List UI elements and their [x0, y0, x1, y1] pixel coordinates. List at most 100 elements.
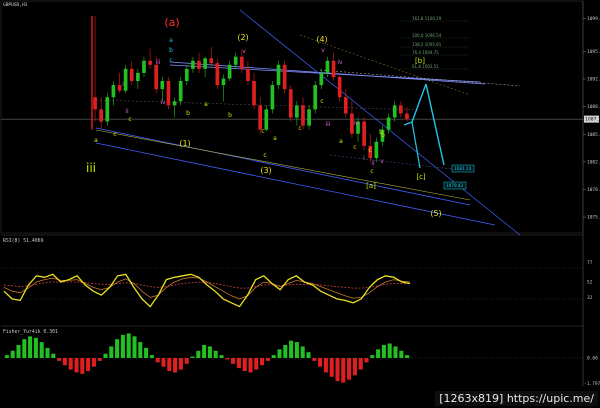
price-tick-label-1: 1095.65 [587, 49, 600, 55]
candle-body-10 [154, 64, 159, 90]
wave-label-12: c [169, 57, 172, 64]
wave-label-34: iii [325, 121, 330, 128]
candle-body-17 [197, 60, 201, 69]
candle-body-39 [331, 60, 336, 77]
candle-body-3 [111, 85, 116, 98]
wave-label-25: b [228, 112, 232, 119]
candle-body-31 [282, 64, 287, 90]
candle-body-2 [105, 97, 110, 122]
candle-body-23 [233, 56, 238, 65]
wave-label-10: a [169, 37, 173, 44]
wave-label-18: v [321, 47, 325, 54]
candle-body-35 [307, 109, 311, 126]
wave-label-4: (3) [260, 166, 271, 175]
wave-label-40: b [379, 129, 383, 136]
price-tick-label-7: 1075.21 [587, 215, 600, 221]
target-label-0: 1081.14 [454, 166, 472, 171]
price-tick-label-4: 1085.43 [587, 132, 600, 138]
candle-body-26 [252, 81, 256, 106]
rsi-tick-2: 32 [587, 295, 593, 301]
wave-label-35: iv [353, 120, 359, 127]
wave-label-27: a [273, 135, 277, 142]
fib-label-3: 76.4 1094.75 [412, 50, 439, 55]
wave-label-23: c [128, 116, 131, 123]
price-tick-label-5: 1082.03 [587, 159, 600, 165]
candle-body-34 [301, 105, 305, 126]
wave-label-21: a [94, 137, 98, 144]
symbol-header: GBPUSD,H1 [3, 2, 28, 8]
candle-body-51 [405, 113, 409, 120]
current-price-label: 1087.3 [585, 117, 600, 123]
fisher-title: Fisher_Yur4ik 0.301 [3, 329, 58, 335]
wave-label-7: [a] [366, 182, 376, 190]
wave-label-20: b [186, 110, 190, 117]
candle-body-6 [129, 68, 134, 82]
candle-body-19 [209, 58, 214, 64]
wave-label-22: c [113, 131, 116, 138]
candle-body-11 [160, 81, 165, 90]
candle-body-48 [386, 117, 391, 130]
rsi-title: RSI(8) 51.4069 [3, 238, 44, 244]
wave-label-8: [c] [416, 173, 426, 181]
candle-body-36 [313, 85, 318, 110]
wave-label-11: b [169, 47, 173, 54]
candle-body-32 [288, 89, 293, 118]
wave-label-30: c [320, 98, 323, 105]
candle-body-7 [136, 72, 140, 82]
candle-body-0 [93, 97, 97, 110]
price-tick-label-0: 1099.70 [587, 16, 600, 22]
fisher-tick-0: 0.00 [587, 356, 598, 362]
wave-label-32: c [368, 147, 371, 154]
watermark[interactable]: [1263x819] https://upic.me/ [435, 391, 598, 406]
wave-label-38: v [380, 158, 384, 165]
candle-body-46 [374, 141, 379, 159]
chart-canvas: GBPUSD,H1 (a)(2) (4)(1)(3)(5)[b][a][c]iii… [0, 0, 600, 408]
candle-body-49 [392, 105, 397, 118]
candle-body-24 [239, 56, 244, 69]
candle-body-5 [123, 68, 128, 91]
candle-body-20 [215, 63, 220, 86]
wave-label-39: a [339, 138, 343, 145]
price-tick-label-2: 1092.25 [587, 76, 600, 82]
candle-body-37 [319, 72, 324, 86]
candle-body-12 [166, 81, 171, 106]
wave-label-1: (2) [237, 33, 248, 42]
fisher-tick-1: -1.797 [584, 381, 600, 387]
candle-body-40 [337, 76, 342, 98]
wave-label-16: ii [125, 108, 129, 115]
wave-label-41: c [370, 168, 373, 175]
candle-body-30 [276, 64, 281, 86]
candle-body-33 [295, 105, 299, 118]
chart-window: GBPUSD,H1 (a) (2) (4) (1) (3) (5) [b] [a] [c] iii… [0, 0, 600, 408]
candle-body-13 [172, 101, 177, 106]
candle-body-16 [191, 60, 195, 69]
wave-label-5: (5) [430, 209, 441, 218]
wave-label-0: (a) [164, 16, 179, 29]
candle-body-41 [343, 97, 348, 114]
rsi-tick-0: 77 [587, 260, 593, 266]
wave-label-2: (4) [316, 35, 327, 44]
rsi-tick-1: 52 [587, 279, 593, 285]
fib-label-2: 138.2 1095.91 [412, 42, 442, 47]
price-tick-label-3: 1088.84 [587, 104, 600, 110]
fib-label-0: 161.8 1100.29 [412, 16, 442, 21]
candle-body-25 [246, 68, 250, 82]
wave-label-15: iv [160, 99, 166, 106]
candle-body-14 [178, 81, 183, 102]
candle-body-44 [362, 121, 366, 146]
candle-body-38 [325, 60, 330, 73]
price-tick-label-6: 1078.62 [587, 187, 600, 193]
candle-body-8 [142, 60, 146, 73]
wave-label-31: c [353, 144, 356, 151]
wave-label-37: ii [371, 160, 375, 167]
candle-body-15 [184, 68, 189, 82]
candle-body-1 [99, 109, 104, 122]
candle-body-18 [203, 58, 207, 69]
candle-body-27 [258, 105, 263, 130]
target-label-1: 1079.42 [446, 183, 464, 188]
wave-label-14: iii [155, 59, 160, 66]
candle-body-9 [148, 60, 152, 65]
candle-body-28 [264, 109, 269, 130]
candle-body-22 [227, 64, 232, 79]
background [0, 0, 600, 408]
